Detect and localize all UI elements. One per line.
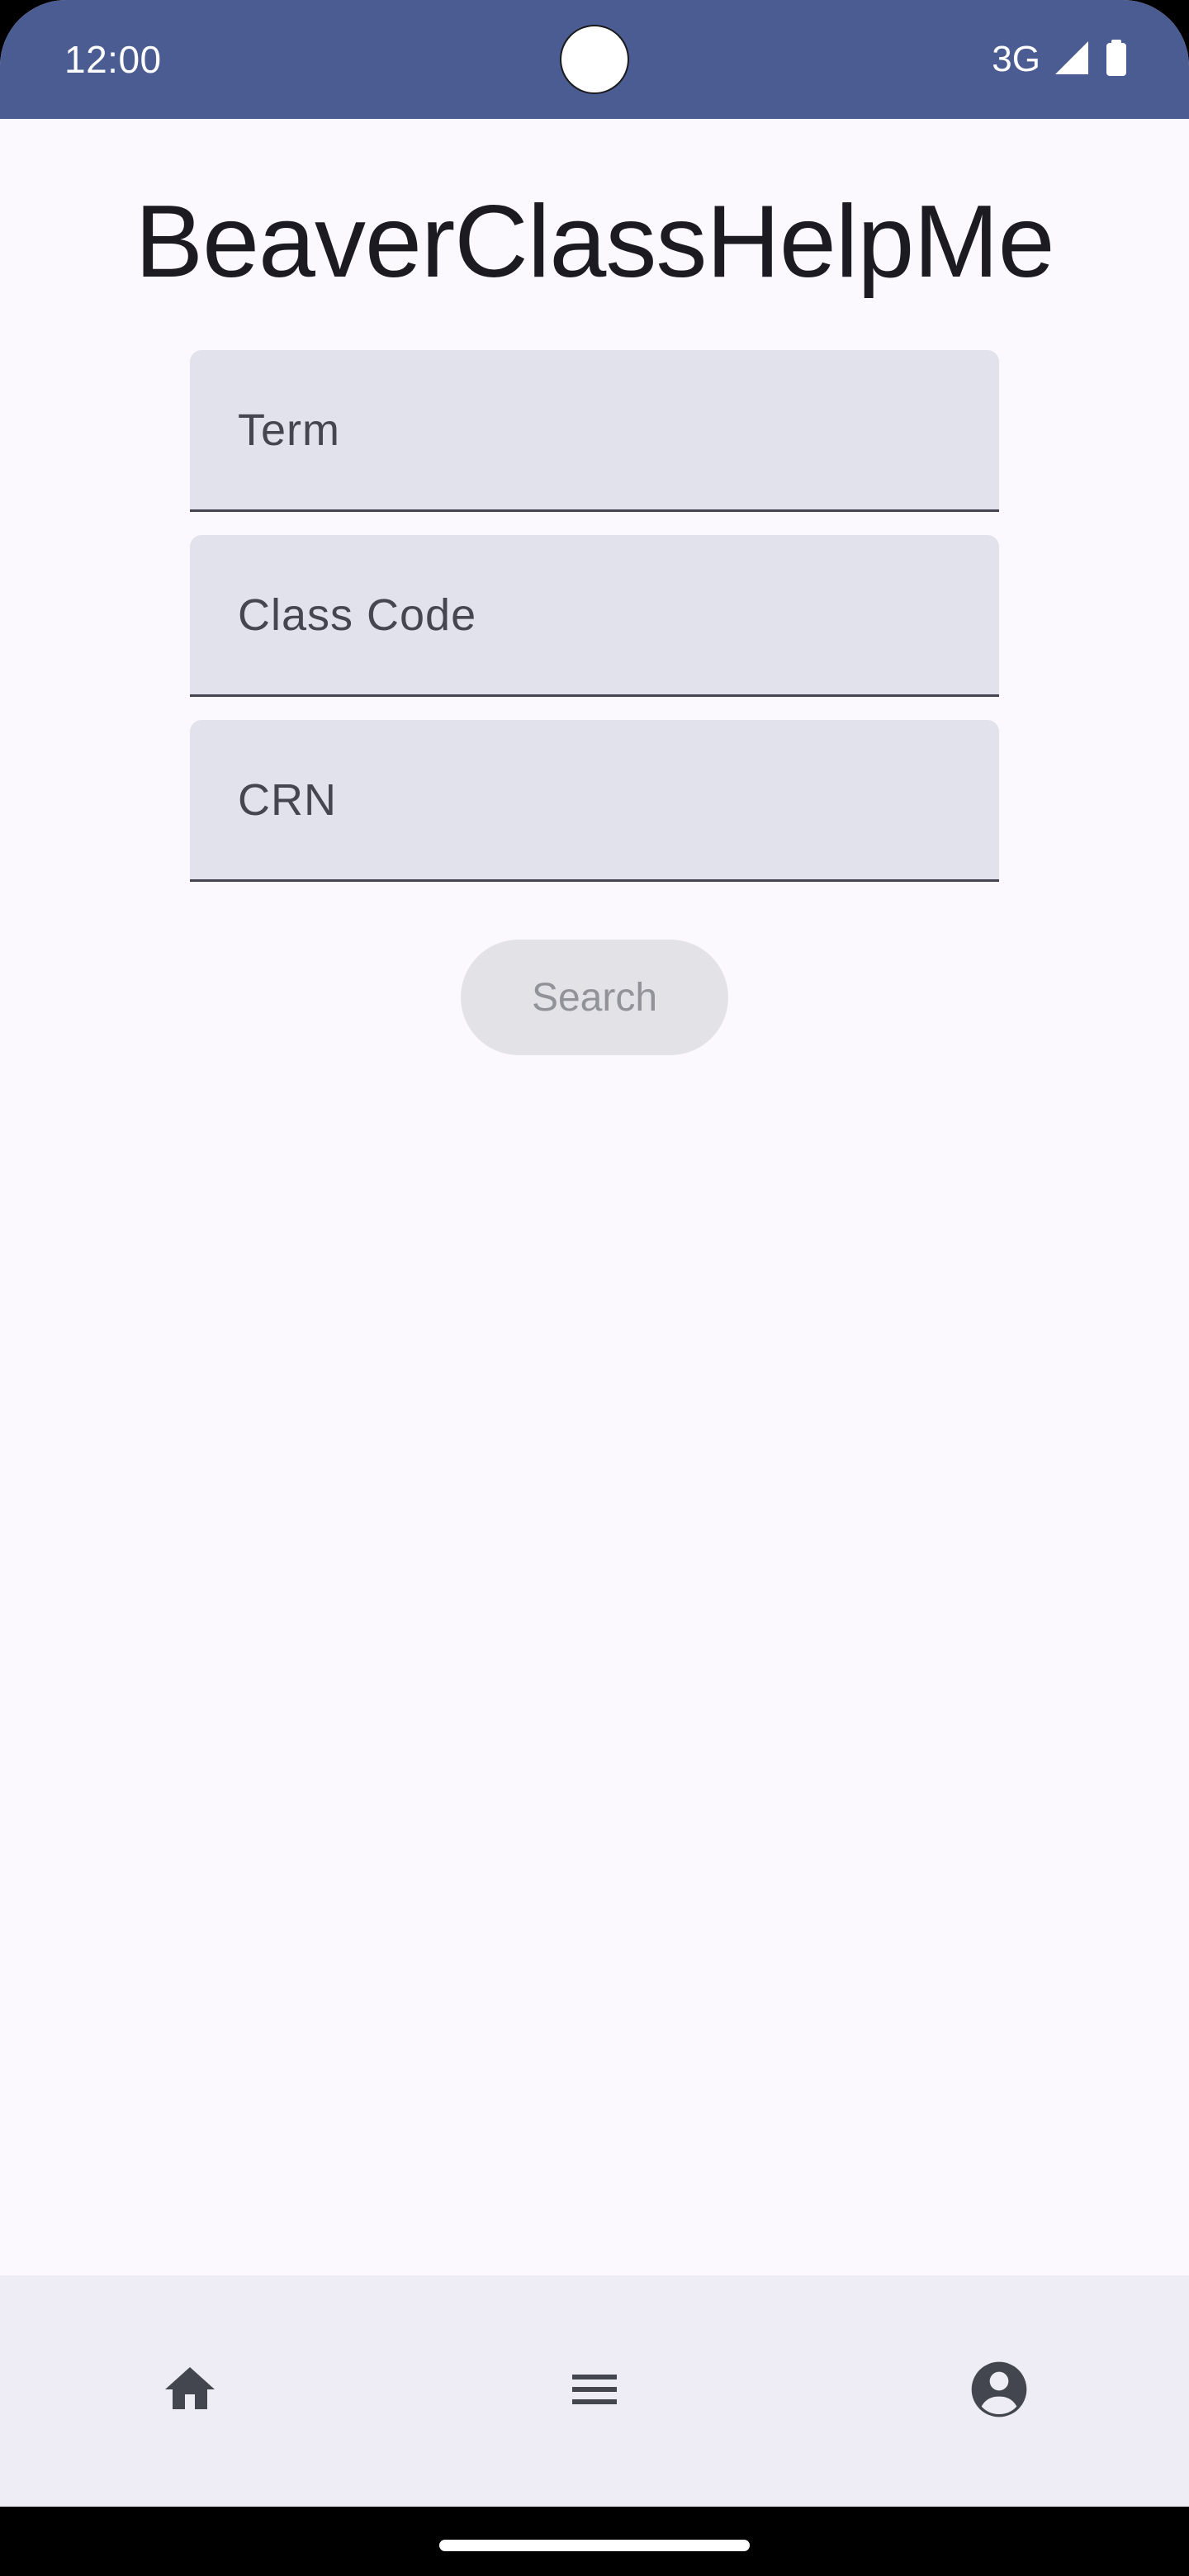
- status-bar: 12:00 3G: [0, 0, 1189, 119]
- term-field[interactable]: [190, 350, 999, 512]
- search-button[interactable]: Search: [461, 940, 728, 1055]
- nav-item-profile[interactable]: [917, 2275, 1082, 2507]
- nav-item-menu[interactable]: [512, 2275, 677, 2507]
- class-code-field[interactable]: [190, 535, 999, 697]
- status-time: 12:00: [64, 38, 162, 81]
- nav-item-home[interactable]: [107, 2275, 272, 2507]
- term-input[interactable]: [190, 350, 999, 509]
- crn-input[interactable]: [190, 720, 999, 879]
- page-title: BeaverClassHelpMe: [135, 185, 1054, 299]
- home-icon: [160, 2360, 220, 2423]
- account-circle-icon: [966, 2356, 1032, 2427]
- status-indicators: 3G: [992, 36, 1130, 83]
- system-gesture-bar: [0, 2507, 1189, 2576]
- camera-cutout: [560, 25, 629, 94]
- bottom-navigation: [0, 2275, 1189, 2507]
- signal-icon: [1052, 38, 1092, 82]
- app-screen: 12:00 3G BeaverClassHelpMe S: [0, 0, 1189, 2576]
- gesture-handle[interactable]: [439, 2540, 750, 2551]
- battery-icon: [1103, 38, 1130, 82]
- crn-field[interactable]: [190, 720, 999, 882]
- class-code-input[interactable]: [190, 535, 999, 694]
- network-type-label: 3G: [992, 39, 1040, 79]
- menu-icon: [565, 2360, 624, 2423]
